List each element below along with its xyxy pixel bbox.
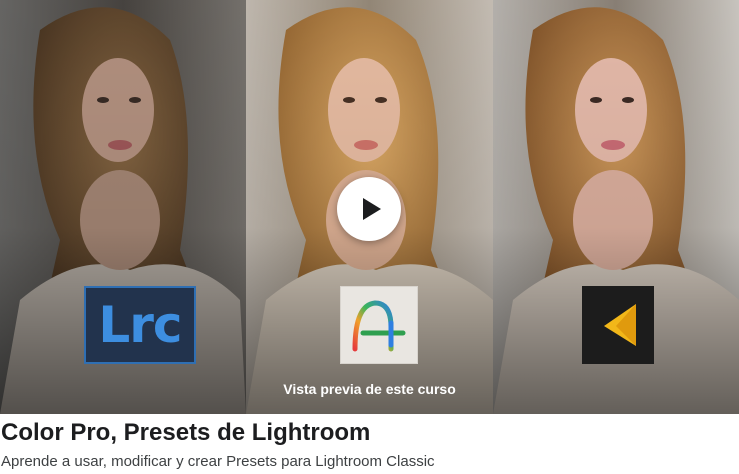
course-subtitle: Aprende a usar, modificar y crear Preset… [1, 453, 435, 470]
play-icon [363, 198, 381, 220]
course-title: Color Pro, Presets de Lightroom [1, 419, 371, 446]
lightroom-classic-logo: Lrc [84, 286, 196, 364]
course-preview-video[interactable]: Lrc Vista previa de este curso [0, 0, 739, 414]
preview-course-label[interactable]: Vista previa de este curso [0, 381, 739, 397]
a-plus-logo-icon [340, 286, 418, 364]
play-button[interactable] [337, 177, 401, 241]
lightroom-classic-logo-text: Lrc [98, 296, 182, 354]
yellow-v-logo-icon [582, 286, 654, 364]
